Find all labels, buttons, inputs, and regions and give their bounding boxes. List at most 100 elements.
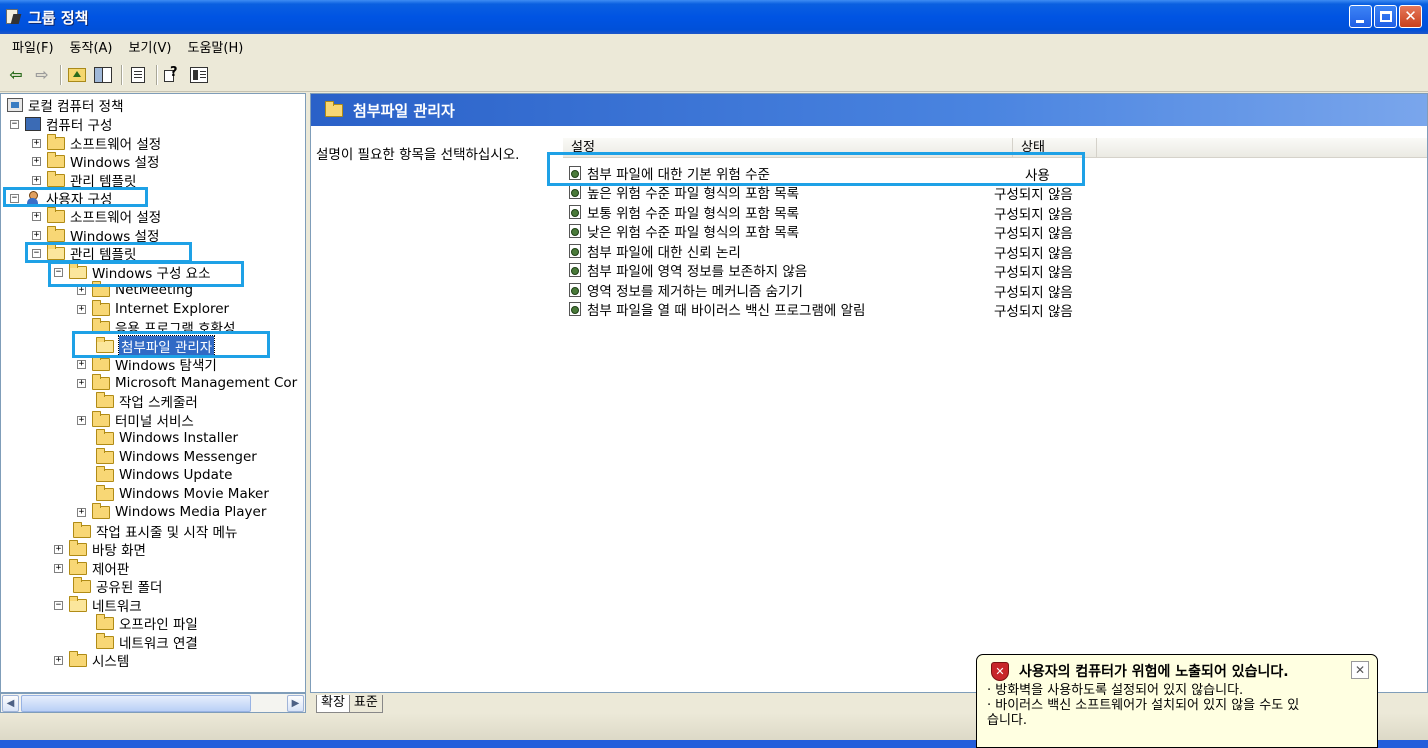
tree-item-network-connections[interactable]: 네트워크 연결 <box>96 632 198 652</box>
tree-item-system[interactable]: + 시스템 <box>54 650 129 670</box>
security-shield-icon <box>991 661 1009 681</box>
menu-action[interactable]: 동작(A) <box>62 35 121 58</box>
tree-item-c-software[interactable]: + 소프트웨어 설정 <box>32 133 161 153</box>
tree-item-windows-messenger[interactable]: Windows Messenger <box>96 447 257 466</box>
folder-icon <box>92 373 110 390</box>
tree-item-u-software[interactable]: + 소프트웨어 설정 <box>32 206 161 226</box>
balloon-close-button[interactable]: ✕ <box>1351 661 1369 679</box>
security-alert-balloon[interactable]: 사용자의 컴퓨터가 위험에 노출되어 있습니다. ✕ · 방화벽을 사용하도록 … <box>976 654 1378 748</box>
state-cell: 구성되지 않음 <box>994 226 1073 242</box>
export-list-button[interactable] <box>126 63 150 87</box>
tree-item-taskbar-start[interactable]: 작업 표시줄 및 시작 메뉴 <box>73 521 237 541</box>
folder-icon <box>96 484 114 501</box>
tree-item-windows-update[interactable]: Windows Update <box>96 465 232 484</box>
tree-item-movie-maker[interactable]: Windows Movie Maker <box>96 484 269 503</box>
tree-item-terminal-services[interactable]: + 터미널 서비스 <box>77 410 194 430</box>
folder-icon <box>47 170 65 187</box>
collapse-icon[interactable]: − <box>10 119 19 129</box>
menu-help[interactable]: 도움말(H) <box>179 35 251 58</box>
title-bar: 그룹 정책 ✕ <box>0 0 1428 34</box>
toolbar: ⇦ ⇨ ? <box>0 58 1428 92</box>
computer-icon <box>25 117 41 131</box>
minimize-icon <box>1356 20 1364 23</box>
expand-icon[interactable]: + <box>54 655 63 665</box>
folder-icon <box>96 428 114 445</box>
minimize-button[interactable] <box>1349 5 1372 28</box>
list-item[interactable]: 첨부 파일에 영역 정보를 보존하지 않음 <box>567 260 807 280</box>
folder-icon <box>96 447 114 464</box>
tree-horizontal-scrollbar[interactable]: ◀ ▶ <box>0 693 306 713</box>
tab-standard[interactable]: 표준 <box>348 695 383 713</box>
tree-item-control-panel[interactable]: + 제어판 <box>54 558 129 578</box>
list-item[interactable]: 첨부 파일에 대한 신뢰 논리 <box>567 241 741 261</box>
close-button[interactable]: ✕ <box>1399 5 1422 28</box>
tree-item-network[interactable]: − 네트워크 <box>54 595 142 615</box>
expand-icon[interactable]: + <box>77 378 86 388</box>
folder-icon <box>92 299 110 316</box>
forward-button[interactable]: ⇨ <box>30 63 54 87</box>
expand-icon[interactable]: + <box>77 507 86 517</box>
tree-item-c-windows[interactable]: + Windows 설정 <box>32 151 159 171</box>
close-icon: ✕ <box>1354 663 1366 677</box>
tree-item-desktop[interactable]: + 바탕 화면 <box>54 539 146 559</box>
policy-setting-icon <box>567 243 583 259</box>
properties-icon <box>190 66 208 83</box>
toolbar-separator <box>60 64 61 85</box>
expand-icon[interactable]: + <box>77 304 86 314</box>
menu-bar: 파일(F) 동작(A) 보기(V) 도움말(H) <box>0 34 1428 58</box>
expand-icon[interactable]: + <box>32 175 41 185</box>
scroll-right-button[interactable]: ▶ <box>287 695 304 712</box>
expand-icon[interactable]: + <box>32 138 41 148</box>
folder-icon <box>96 632 114 649</box>
export-list-icon <box>131 66 145 83</box>
tree-item-media-player[interactable]: + Windows Media Player <box>77 502 266 521</box>
state-cell: 구성되지 않음 <box>994 304 1073 320</box>
expand-icon[interactable]: + <box>32 230 41 240</box>
show-hide-tree-button[interactable] <box>91 63 115 87</box>
expand-icon[interactable]: + <box>77 359 86 369</box>
folder-icon <box>92 354 110 371</box>
tree-item-local-computer-policy[interactable]: 로컬 컴퓨터 정책 <box>7 96 124 115</box>
toolbar-separator <box>121 64 122 85</box>
folder-icon <box>92 502 110 519</box>
tree-item-internet-explorer[interactable]: + Internet Explorer <box>77 299 229 318</box>
expand-icon[interactable]: + <box>32 156 41 166</box>
state-cell: 구성되지 않음 <box>994 285 1073 301</box>
close-icon: ✕ <box>1404 7 1417 25</box>
tab-extended[interactable]: 확장 <box>316 695 350 713</box>
list-item[interactable]: 보통 위험 수준 파일 형식의 포함 목록 <box>567 202 799 222</box>
scroll-thumb[interactable] <box>21 695 251 712</box>
console-tree-icon <box>94 66 112 83</box>
tree-item-mmc[interactable]: + Microsoft Management Cor <box>77 373 297 392</box>
column-header-empty <box>1097 138 1427 158</box>
help-icon: ? <box>164 65 182 83</box>
folder-icon <box>92 410 110 427</box>
list-item[interactable]: 낮은 위험 수준 파일 형식의 포함 목록 <box>567 221 799 241</box>
policy-setting-icon <box>567 262 583 278</box>
expand-icon[interactable]: + <box>32 211 41 221</box>
tree-item-computer-config[interactable]: − 컴퓨터 구성 <box>10 115 112 134</box>
menu-file[interactable]: 파일(F) <box>4 35 62 58</box>
maximize-button[interactable] <box>1374 5 1397 28</box>
help-button[interactable]: ? <box>161 63 185 87</box>
list-item[interactable]: 첨부 파일을 열 때 바이러스 백신 프로그램에 알림 <box>567 299 865 319</box>
expand-icon[interactable]: + <box>54 544 63 554</box>
list-item[interactable]: 영역 정보를 제거하는 메커니즘 숨기기 <box>567 280 803 300</box>
folder-icon <box>96 613 114 630</box>
tree-item-windows-installer[interactable]: Windows Installer <box>96 428 238 447</box>
expand-icon[interactable]: + <box>77 415 86 425</box>
menu-view[interactable]: 보기(V) <box>121 35 180 58</box>
tree-item-shared-folders[interactable]: 공유된 폴더 <box>73 576 162 596</box>
folder-icon <box>69 558 87 575</box>
console-tree[interactable]: 로컬 컴퓨터 정책 − 컴퓨터 구성 + 소프트웨어 설정 + Windows 설정 … <box>0 93 306 693</box>
expand-icon[interactable]: + <box>54 563 63 573</box>
folder-icon <box>96 391 114 408</box>
tree-item-offline-files[interactable]: 오프라인 파일 <box>96 613 198 633</box>
properties-button[interactable] <box>187 63 211 87</box>
collapse-icon[interactable]: − <box>54 600 63 610</box>
up-one-level-button[interactable] <box>65 63 89 87</box>
scroll-left-button[interactable]: ◀ <box>2 695 19 712</box>
back-button[interactable]: ⇦ <box>4 63 28 87</box>
folder-icon <box>69 539 87 556</box>
tree-item-task-scheduler[interactable]: 작업 스케줄러 <box>96 391 198 411</box>
